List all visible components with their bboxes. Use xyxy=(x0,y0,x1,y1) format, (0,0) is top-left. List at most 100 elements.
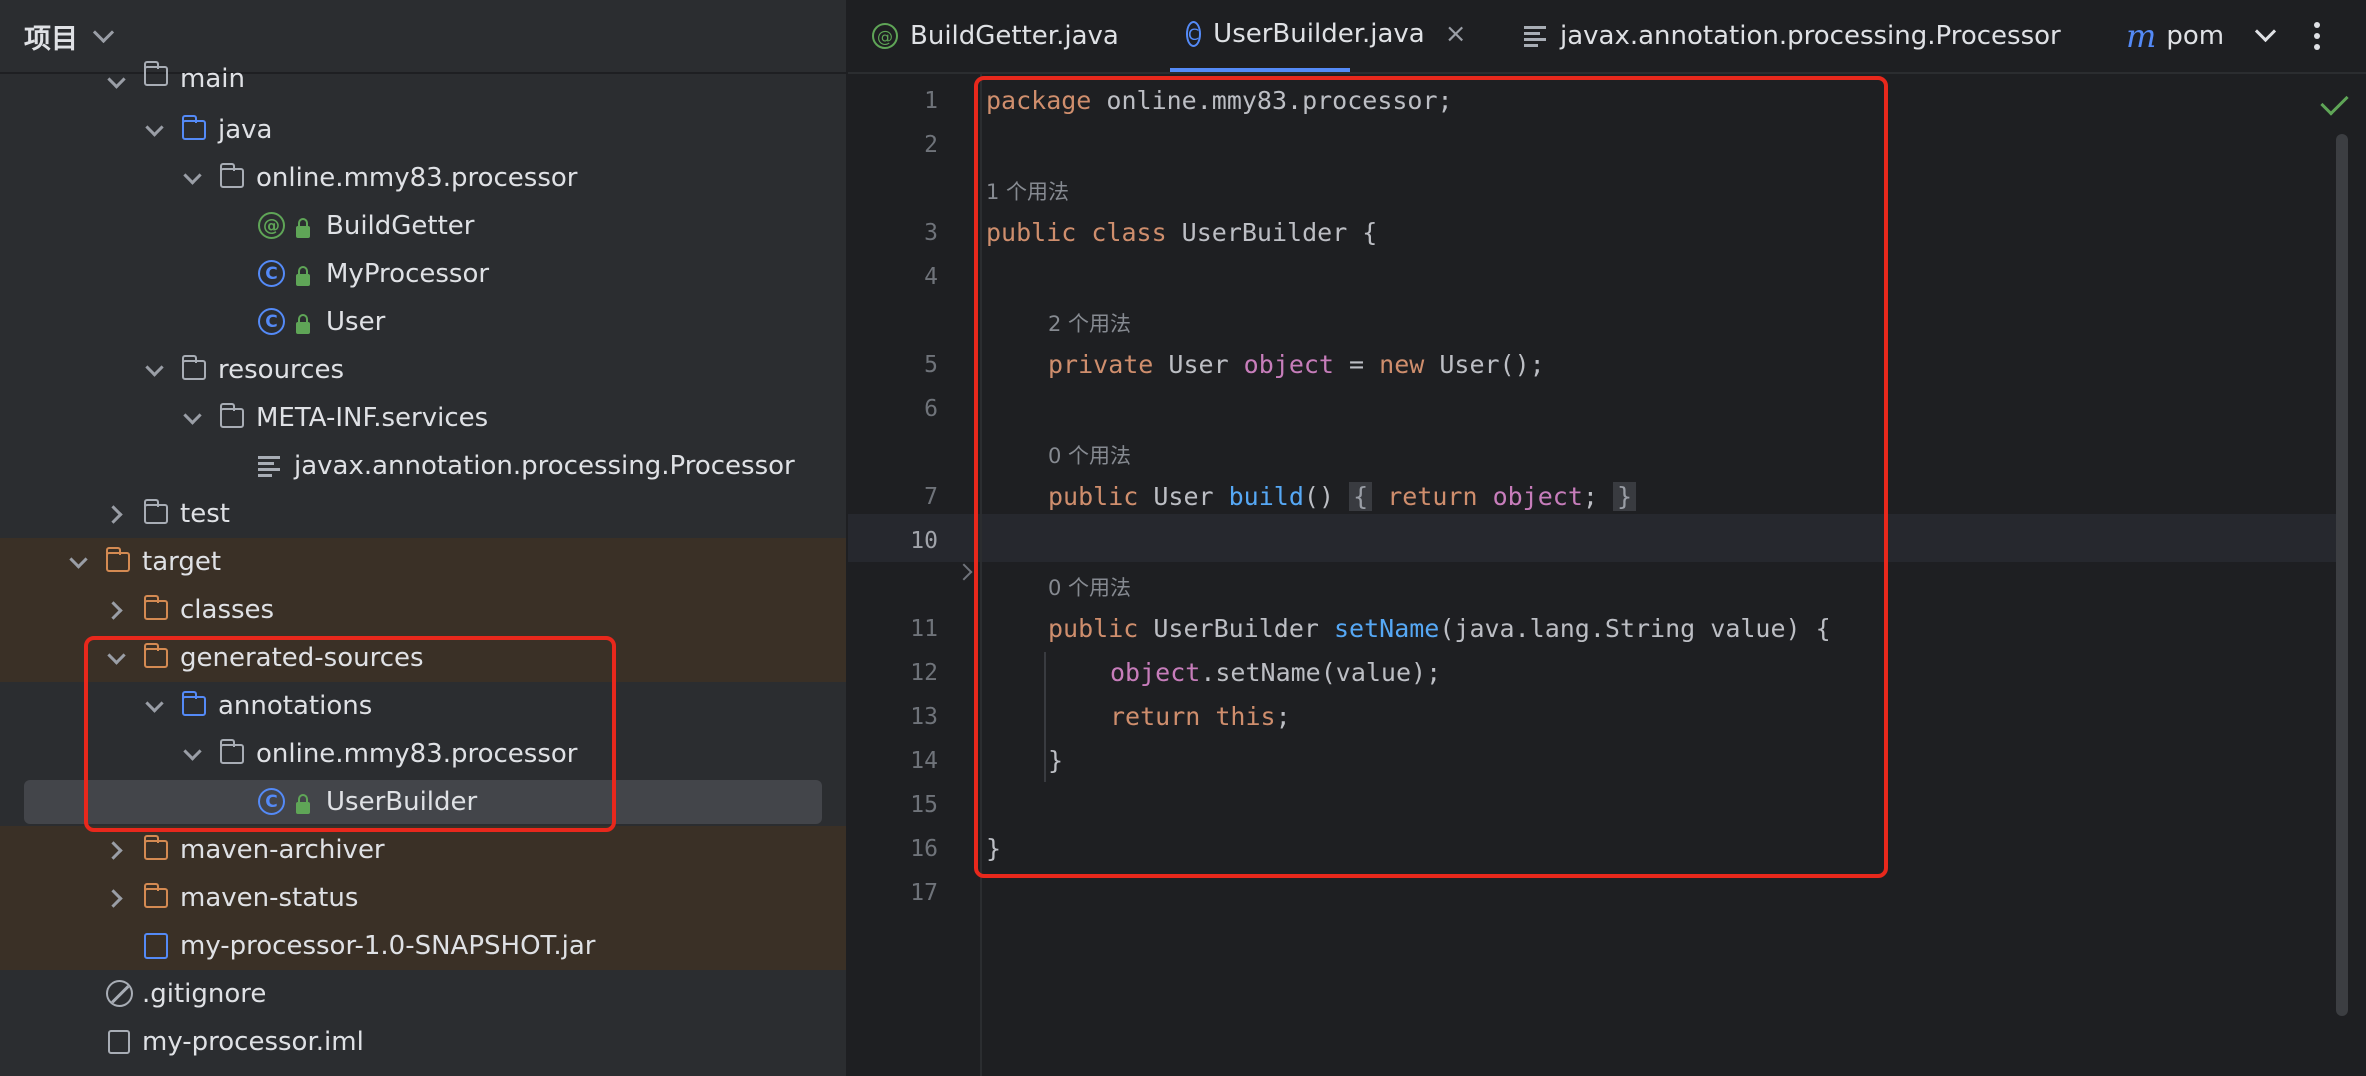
line-number: 17 xyxy=(910,880,938,906)
tree-item-jar[interactable]: my-processor-1.0-SNAPSHOT.jar xyxy=(0,922,846,970)
resources-folder-icon xyxy=(181,355,206,380)
collapse-arrow-icon[interactable] xyxy=(106,840,126,860)
tree-item-label: javax.annotation.processing.Processor xyxy=(294,451,795,481)
folder-icon xyxy=(219,403,244,428)
line-number-gutter: 1 2 3 4 5 6 7 10 11 12 13 14 15 16 17 xyxy=(848,74,982,1076)
tree-item-label: User xyxy=(326,307,386,337)
excluded-folder-icon xyxy=(143,595,168,620)
tree-item-label: MyProcessor xyxy=(326,259,490,289)
tab-label: BuildGetter.java xyxy=(910,21,1119,51)
tree-item-label: online.mmy83.processor xyxy=(256,163,578,193)
tree-item-label: target xyxy=(142,547,222,577)
line-number: 3 xyxy=(924,220,938,246)
expand-arrow-icon[interactable] xyxy=(106,72,126,92)
line-number: 13 xyxy=(910,704,938,730)
editor-panel: @ BuildGetter.java C UserBuilder.java × … xyxy=(848,0,2366,1076)
line-number: 16 xyxy=(910,836,938,862)
ignore-file-icon xyxy=(106,980,133,1007)
collapse-arrow-icon[interactable] xyxy=(106,888,126,908)
tree-item-iml[interactable]: my-processor.iml xyxy=(0,1018,846,1066)
excluded-folder-icon xyxy=(105,547,130,572)
tab-label: pom. xyxy=(2166,21,2222,51)
source-folder-icon xyxy=(181,115,206,140)
line-number: 14 xyxy=(910,748,938,774)
tree-item-classes[interactable]: classes xyxy=(0,586,846,634)
package-icon xyxy=(219,163,244,188)
annotation-icon: @ xyxy=(258,212,285,239)
tree-item-buildgetter[interactable]: @ BuildGetter xyxy=(0,202,846,250)
collapse-arrow-icon[interactable] xyxy=(106,504,126,524)
tree-item-user[interactable]: C User xyxy=(0,298,846,346)
excluded-folder-icon xyxy=(143,883,168,908)
annotation-icon: @ xyxy=(872,23,898,49)
chevron-down-icon[interactable] xyxy=(2254,20,2277,43)
collapse-arrow-icon[interactable] xyxy=(106,600,126,620)
jar-icon xyxy=(144,933,168,959)
fold-arrow-icon[interactable] xyxy=(955,563,973,581)
folder-icon xyxy=(143,61,168,86)
line-number: 4 xyxy=(924,264,938,290)
tree-item-label: maven-archiver xyxy=(180,835,385,865)
tree-item-processor-file[interactable]: javax.annotation.processing.Processor xyxy=(0,442,846,490)
tree-item-package[interactable]: online.mmy83.processor xyxy=(0,154,846,202)
project-panel: 项目 main java online.mmy83.processor @ Bu… xyxy=(0,0,846,1076)
tree-item-myprocessor[interactable]: C MyProcessor xyxy=(0,250,846,298)
maven-icon: m xyxy=(2126,17,2157,55)
class-icon: C xyxy=(1186,21,1202,47)
editor-tab-bar: @ BuildGetter.java C UserBuilder.java × … xyxy=(848,0,2366,74)
line-number: 1 xyxy=(924,88,938,114)
tree-item-test[interactable]: test xyxy=(0,490,846,538)
chevron-down-icon[interactable] xyxy=(92,21,115,43)
highlight-box-code xyxy=(974,76,1888,878)
tab-label: javax.annotation.processing.Processor xyxy=(1560,21,2061,51)
tab-buildgetter[interactable]: @ BuildGetter.java xyxy=(872,0,1119,72)
tree-item-main[interactable]: main xyxy=(0,58,846,106)
tree-item-maven-archiver[interactable]: maven-archiver xyxy=(0,826,846,874)
expand-arrow-icon[interactable] xyxy=(144,120,164,140)
tab-pom[interactable]: m pom. xyxy=(2126,0,2222,72)
tab-processor[interactable]: javax.annotation.processing.Processor xyxy=(1524,0,2061,72)
line-number: 15 xyxy=(910,792,938,818)
project-panel-title[interactable]: 项目 xyxy=(24,17,78,56)
expand-arrow-icon[interactable] xyxy=(144,360,164,380)
tree-item-meta-inf[interactable]: META-INF.services xyxy=(0,394,846,442)
editor-scrollbar[interactable] xyxy=(2336,134,2348,1016)
folder-icon xyxy=(143,499,168,524)
tree-item-label: classes xyxy=(180,595,275,625)
tab-label: UserBuilder.java xyxy=(1213,19,1425,49)
close-icon[interactable]: × xyxy=(1445,19,1467,49)
tree-item-label: java xyxy=(218,115,273,145)
tree-item-label: main xyxy=(180,64,245,94)
tree-item-label: META-INF.services xyxy=(256,403,489,433)
lock-icon xyxy=(296,314,310,334)
line-number: 12 xyxy=(910,660,938,686)
tree-item-target[interactable]: target xyxy=(0,538,846,586)
tab-userbuilder[interactable]: C UserBuilder.java × xyxy=(1170,0,1467,72)
text-file-icon xyxy=(258,456,280,477)
line-number-current: 10 xyxy=(910,528,938,554)
tree-item-label: .gitignore xyxy=(142,979,267,1009)
expand-arrow-icon[interactable] xyxy=(182,408,202,428)
tree-item-java[interactable]: java xyxy=(0,106,846,154)
expand-arrow-icon[interactable] xyxy=(182,168,202,188)
class-icon: C xyxy=(258,260,285,287)
tree-item-gitignore[interactable]: .gitignore xyxy=(0,970,846,1018)
tree-item-label: maven-status xyxy=(180,883,359,913)
lock-icon xyxy=(296,218,310,238)
line-number: 5 xyxy=(924,352,938,378)
line-number: 2 xyxy=(924,132,938,158)
tree-item-label: my-processor.iml xyxy=(142,1027,364,1057)
tree-item-label: BuildGetter xyxy=(326,211,475,241)
no-problems-check-icon[interactable] xyxy=(2320,87,2349,116)
tree-item-label: test xyxy=(180,499,230,529)
tree-item-label: resources xyxy=(218,355,345,385)
line-number: 6 xyxy=(924,396,938,422)
line-number: 7 xyxy=(924,484,938,510)
more-options-icon[interactable] xyxy=(2314,22,2320,52)
tree-item-maven-status[interactable]: maven-status xyxy=(0,874,846,922)
tree-item-resources[interactable]: resources xyxy=(0,346,846,394)
expand-arrow-icon[interactable] xyxy=(68,552,88,572)
lock-icon xyxy=(296,266,310,286)
line-number: 11 xyxy=(910,616,938,642)
class-icon: C xyxy=(258,308,285,335)
